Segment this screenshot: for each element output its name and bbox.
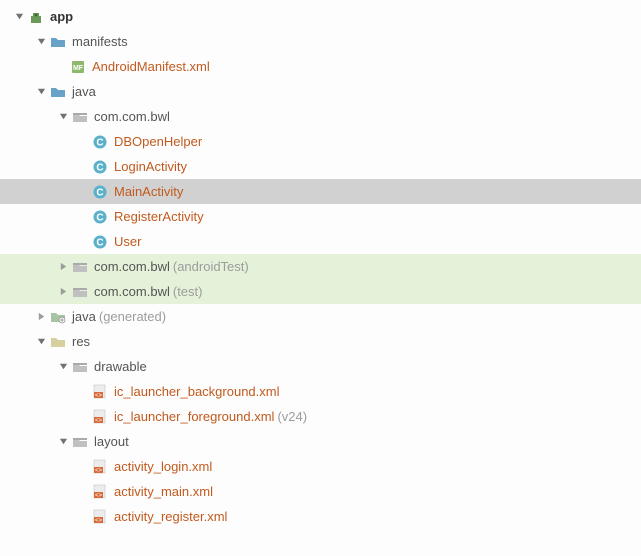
xml-file-icon: <> xyxy=(92,459,108,475)
res-folder-icon xyxy=(50,334,66,350)
svg-text:MF: MF xyxy=(73,65,84,72)
xml-file-icon: <> xyxy=(92,409,108,425)
node-label: java xyxy=(72,84,96,99)
chevron-down-icon[interactable] xyxy=(14,12,24,22)
node-label: User xyxy=(114,234,141,249)
manifest-file-icon: MF xyxy=(70,59,86,75)
class-icon: C xyxy=(92,209,108,225)
svg-text:C: C xyxy=(96,212,103,223)
tree-row-res[interactable]: res xyxy=(0,329,641,354)
chevron-right-icon[interactable] xyxy=(58,287,68,297)
node-label: java xyxy=(72,309,96,324)
node-label: res xyxy=(72,334,90,349)
chevron-down-icon[interactable] xyxy=(58,437,68,447)
xml-file-icon: <> xyxy=(92,484,108,500)
tree-row-activity-register[interactable]: <> activity_register.xml xyxy=(0,504,641,529)
package-icon xyxy=(72,434,88,450)
chevron-right-icon[interactable] xyxy=(58,262,68,272)
node-label: MainActivity xyxy=(114,184,183,199)
svg-text:<>: <> xyxy=(95,418,103,424)
chevron-down-icon[interactable] xyxy=(36,87,46,97)
svg-text:<>: <> xyxy=(95,393,103,399)
node-label: RegisterActivity xyxy=(114,209,204,224)
class-icon: C xyxy=(92,234,108,250)
node-label: activity_main.xml xyxy=(114,484,213,499)
node-suffix: (v24) xyxy=(277,409,307,424)
tree-row-mainactivity[interactable]: C MainActivity xyxy=(0,179,641,204)
svg-text:<>: <> xyxy=(95,493,103,499)
package-icon xyxy=(72,359,88,375)
module-icon xyxy=(28,9,44,25)
svg-text:<>: <> xyxy=(95,518,103,524)
node-label: DBOpenHelper xyxy=(114,134,202,149)
node-suffix: (androidTest) xyxy=(173,259,249,274)
tree-row-manifests[interactable]: manifests xyxy=(0,29,641,54)
tree-row-layout[interactable]: layout xyxy=(0,429,641,454)
tree-row-android-manifest[interactable]: MF AndroidManifest.xml xyxy=(0,54,641,79)
node-label: layout xyxy=(94,434,129,449)
tree-row-activity-main[interactable]: <> activity_main.xml xyxy=(0,479,641,504)
tree-row-package[interactable]: com.com.bwl xyxy=(0,104,641,129)
node-label: activity_register.xml xyxy=(114,509,227,524)
folder-icon xyxy=(50,84,66,100)
tree-row-dbopenhelper[interactable]: C DBOpenHelper xyxy=(0,129,641,154)
node-label: manifests xyxy=(72,34,128,49)
chevron-down-icon[interactable] xyxy=(36,37,46,47)
xml-file-icon: <> xyxy=(92,509,108,525)
node-suffix: (test) xyxy=(173,284,203,299)
svg-text:C: C xyxy=(96,237,103,248)
node-label: com.com.bwl xyxy=(94,259,170,274)
tree-row-package-test[interactable]: com.com.bwl (test) xyxy=(0,279,641,304)
node-label: com.com.bwl xyxy=(94,109,170,124)
chevron-down-icon[interactable] xyxy=(58,112,68,122)
chevron-right-icon[interactable] xyxy=(36,312,46,322)
tree-row-ic-launcher-bg[interactable]: <> ic_launcher_background.xml xyxy=(0,379,641,404)
chevron-down-icon[interactable] xyxy=(36,337,46,347)
folder-icon xyxy=(50,34,66,50)
tree-row-java[interactable]: java xyxy=(0,79,641,104)
chevron-down-icon[interactable] xyxy=(58,362,68,372)
package-icon xyxy=(72,259,88,275)
tree-row-package-androidtest[interactable]: com.com.bwl (androidTest) xyxy=(0,254,641,279)
tree-row-java-generated[interactable]: java (generated) xyxy=(0,304,641,329)
node-label: app xyxy=(50,9,73,24)
tree-row-app[interactable]: app xyxy=(0,4,641,29)
class-icon: C xyxy=(92,184,108,200)
class-icon: C xyxy=(92,159,108,175)
node-label: com.com.bwl xyxy=(94,284,170,299)
node-label: AndroidManifest.xml xyxy=(92,59,210,74)
svg-text:C: C xyxy=(96,162,103,173)
tree-row-activity-login[interactable]: <> activity_login.xml xyxy=(0,454,641,479)
svg-text:C: C xyxy=(96,187,103,198)
node-label: drawable xyxy=(94,359,147,374)
node-suffix: (generated) xyxy=(99,309,166,324)
project-tree[interactable]: app manifests MF AndroidManifest.xml jav… xyxy=(0,0,641,533)
class-icon: C xyxy=(92,134,108,150)
svg-text:C: C xyxy=(96,137,103,148)
node-label: ic_launcher_foreground.xml xyxy=(114,409,274,424)
tree-row-registeractivity[interactable]: C RegisterActivity xyxy=(0,204,641,229)
node-label: LoginActivity xyxy=(114,159,187,174)
node-label: activity_login.xml xyxy=(114,459,212,474)
node-label: ic_launcher_background.xml xyxy=(114,384,279,399)
svg-text:<>: <> xyxy=(95,468,103,474)
tree-row-ic-launcher-fg[interactable]: <> ic_launcher_foreground.xml (v24) xyxy=(0,404,641,429)
tree-row-user[interactable]: C User xyxy=(0,229,641,254)
tree-row-loginactivity[interactable]: C LoginActivity xyxy=(0,154,641,179)
tree-row-drawable[interactable]: drawable xyxy=(0,354,641,379)
generated-folder-icon xyxy=(50,309,66,325)
xml-file-icon: <> xyxy=(92,384,108,400)
package-icon xyxy=(72,109,88,125)
package-icon xyxy=(72,284,88,300)
